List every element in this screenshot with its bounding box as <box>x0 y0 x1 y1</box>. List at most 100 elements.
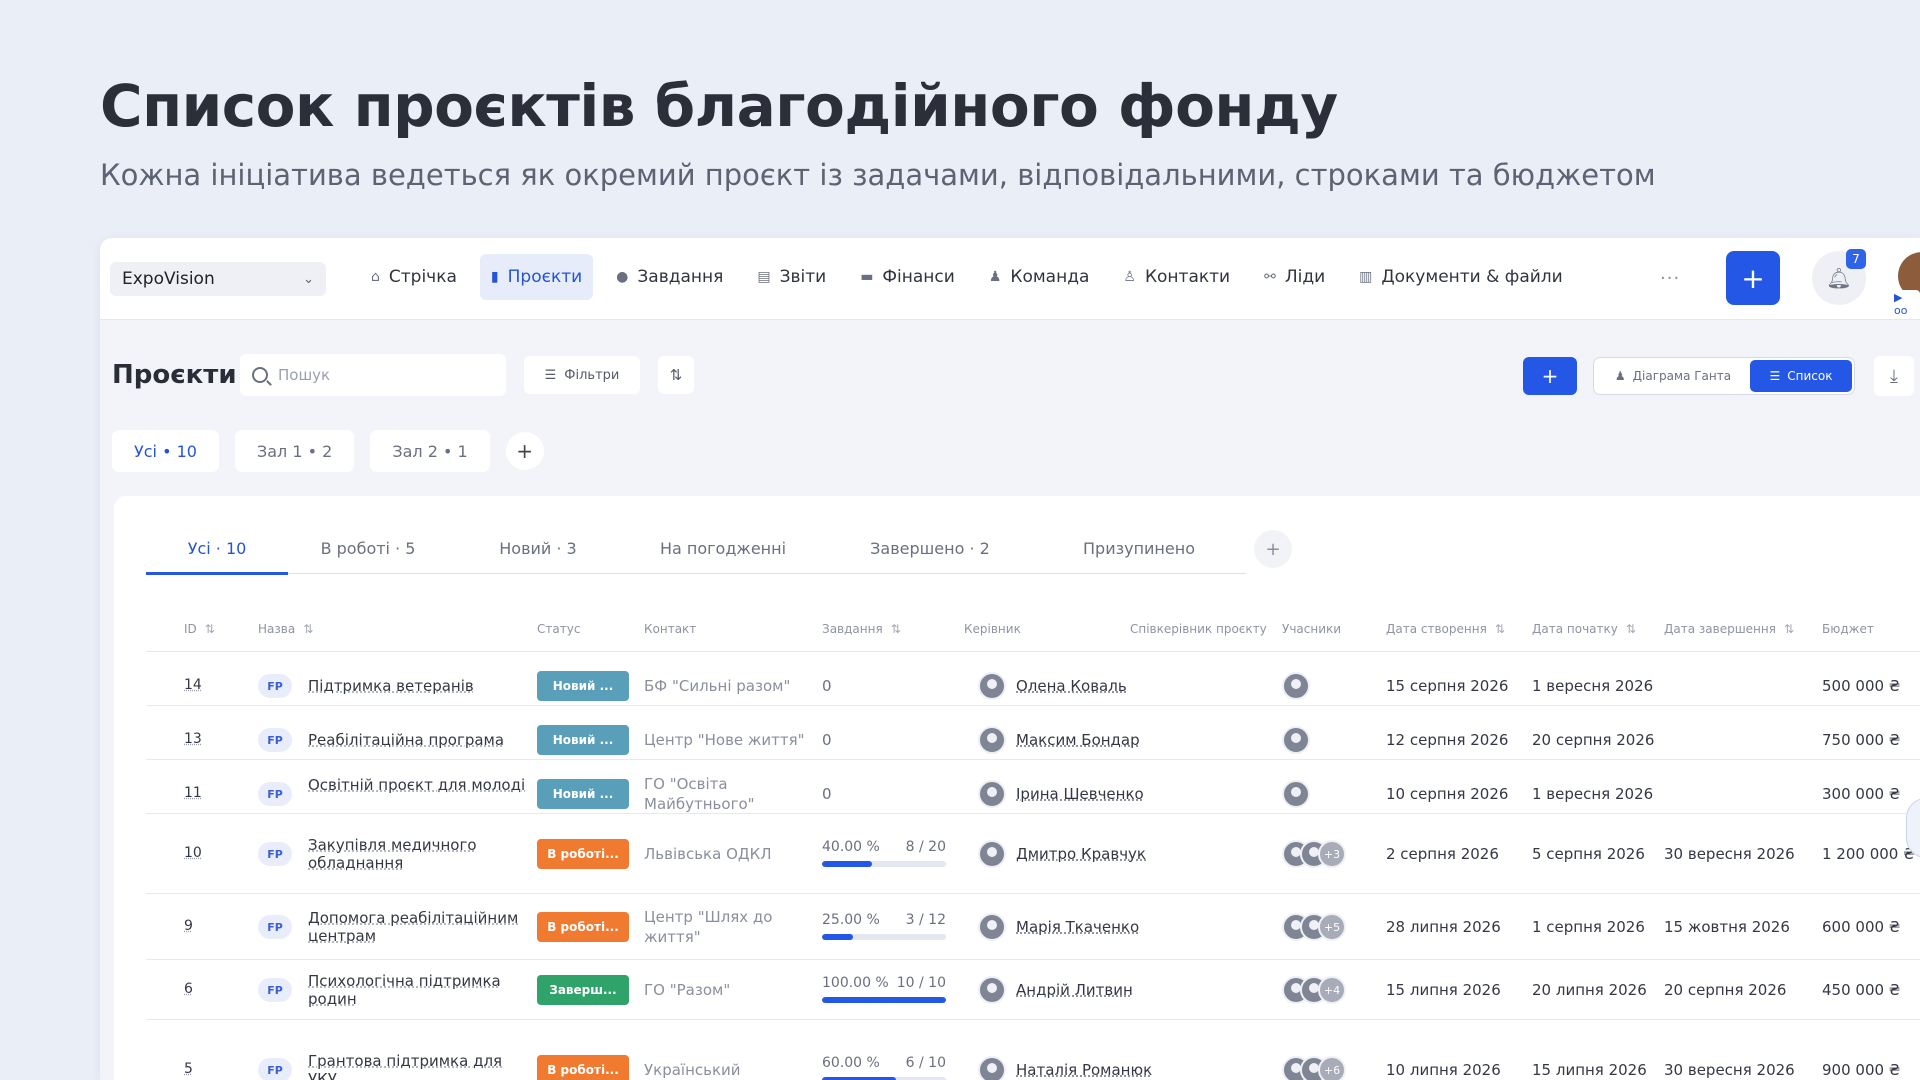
status-badge[interactable]: Новий ... <box>537 725 629 755</box>
members-stack[interactable] <box>1282 672 1310 700</box>
column-header-colead[interactable]: Співкерівник проєкту <box>1130 622 1267 636</box>
hall-tab-all[interactable]: Усі • 10 <box>112 430 219 472</box>
contact-link[interactable]: Центр "Шлях до життя" <box>644 907 824 947</box>
table-row[interactable]: 5 FP Грантова підтримка для УКУ В роботі...… <box>146 1020 1920 1080</box>
column-header-status[interactable]: Статус <box>537 622 580 636</box>
column-header-contact[interactable]: Контакт <box>644 622 696 636</box>
project-lead[interactable]: Олена Коваль <box>978 672 1127 700</box>
organization-select[interactable]: ExpoVision ⌄ <box>110 262 326 296</box>
download-button[interactable]: ⤓ <box>1874 356 1914 396</box>
project-lead[interactable]: Дмитро Кравчук <box>978 840 1146 868</box>
table-row[interactable]: 13 FP Реабілітаційна програма Новий ... Цент… <box>146 706 1920 760</box>
project-lead[interactable]: Максим Бондар <box>978 726 1140 754</box>
project-lead[interactable]: Марія Ткаченко <box>978 913 1139 941</box>
list-view-label: Список <box>1787 369 1833 383</box>
add-status-tab-button[interactable]: + <box>1254 530 1292 568</box>
contact-link[interactable]: БФ "Сильні разом" <box>644 676 824 696</box>
status-badge[interactable]: В роботі... <box>537 1055 629 1080</box>
nav-item-feed[interactable]: ⌂ Стрічка <box>360 254 468 300</box>
column-header-tasks[interactable]: Завдання ⇅ <box>822 622 901 636</box>
lead-name-link[interactable]: Андрій Литвин <box>1016 981 1133 999</box>
list-view-button[interactable]: ☰ Список <box>1750 360 1852 392</box>
lead-name-link[interactable]: Наталія Романюк <box>1016 1061 1152 1079</box>
project-lead[interactable]: Наталія Романюк <box>978 1056 1152 1080</box>
members-stack[interactable]: +4 <box>1282 976 1346 1004</box>
search-input[interactable]: Пошук <box>240 354 506 396</box>
column-header-lead[interactable]: Керівник <box>964 622 1021 636</box>
project-name-link[interactable]: Освітній проєкт для молоді <box>308 776 528 794</box>
table-row[interactable]: 9 FP Допомога реабілітаційним центрам В роб… <box>146 894 1920 960</box>
column-header-members[interactable]: Учасники <box>1282 622 1341 636</box>
column-header-name[interactable]: Назва ⇅ <box>258 622 313 636</box>
project-name-link[interactable]: Закупівля медичного обладнання <box>308 836 528 872</box>
project-name-link[interactable]: Грантова підтримка для УКУ <box>308 1052 528 1080</box>
column-header-id[interactable]: ID ⇅ <box>184 622 215 636</box>
project-name-link[interactable]: Психологічна підтримка родин <box>308 972 528 1008</box>
tab-on-approval[interactable]: На погодженні <box>628 522 818 574</box>
project-id-link[interactable]: 6 <box>184 981 193 997</box>
contact-link[interactable]: Український <box>644 1060 824 1080</box>
status-badge[interactable]: Новий ... <box>537 779 629 809</box>
members-stack[interactable]: +5 <box>1282 913 1346 941</box>
project-id-link[interactable]: 9 <box>184 918 193 934</box>
table-row[interactable]: 6 FP Психологічна підтримка родин Заверш...… <box>146 960 1920 1020</box>
nav-item-documents[interactable]: ▥ Документи & файли <box>1348 254 1574 300</box>
notifications-button[interactable]: 🔔︎ 7 <box>1812 249 1866 305</box>
nav-item-finance[interactable]: ▬ Фінанси <box>849 254 966 300</box>
tab-paused[interactable]: Призупинено <box>1042 522 1236 574</box>
filters-button[interactable]: ☰ Фільтри <box>524 356 640 394</box>
tab-completed[interactable]: Завершено · 2 <box>818 522 1042 574</box>
create-button[interactable]: + <box>1726 251 1780 305</box>
hall-tab-2[interactable]: Зал 2 • 1 <box>370 430 490 472</box>
column-header-created[interactable]: Дата створення ⇅ <box>1386 622 1505 636</box>
contact-link[interactable]: Львівська ОДКЛ <box>644 844 824 864</box>
contact-link[interactable]: Центр "Нове життя" <box>644 730 824 750</box>
nav-item-team[interactable]: ♟ Команда <box>978 254 1101 300</box>
status-badge[interactable]: В роботі... <box>537 912 629 942</box>
members-stack[interactable] <box>1282 726 1310 754</box>
column-header-start[interactable]: Дата початку ⇅ <box>1532 622 1636 636</box>
table-row[interactable]: 14 FP Підтримка ветеранів Новий ... БФ "Силь… <box>146 652 1920 706</box>
lead-name-link[interactable]: Ірина Шевченко <box>1016 785 1144 803</box>
status-badge[interactable]: Заверш... <box>537 975 629 1005</box>
nav-item-contacts[interactable]: ♙ Контакти <box>1112 254 1241 300</box>
table-row[interactable]: 11 FP Освітній проєкт для молоді Новий ... Г… <box>146 760 1920 814</box>
project-lead[interactable]: Ірина Шевченко <box>978 780 1144 808</box>
project-id-link[interactable]: 10 <box>184 845 202 861</box>
lead-name-link[interactable]: Марія Ткаченко <box>1016 918 1139 936</box>
add-project-button[interactable]: + <box>1523 357 1577 395</box>
project-id-link[interactable]: 11 <box>184 785 202 801</box>
members-stack[interactable]: +3 <box>1282 840 1346 868</box>
members-stack[interactable]: +6 <box>1282 1056 1346 1080</box>
lead-name-link[interactable]: Дмитро Кравчук <box>1016 845 1146 863</box>
nav-item-leads[interactable]: ⚯ Ліди <box>1253 254 1336 300</box>
status-badge[interactable]: Новий ... <box>537 671 629 701</box>
members-stack[interactable] <box>1282 780 1310 808</box>
project-name-link[interactable]: Допомога реабілітаційним центрам <box>308 909 528 945</box>
nav-item-tasks[interactable]: ● Завдання <box>605 254 734 300</box>
contact-link[interactable]: ГО "Освіта Майбутнього" <box>644 774 824 814</box>
lead-name-link[interactable]: Олена Коваль <box>1016 677 1127 695</box>
nav-item-reports[interactable]: ▤ Звіти <box>746 254 837 300</box>
tab-in-progress[interactable]: В роботі · 5 <box>288 522 448 574</box>
contact-link[interactable]: ГО "Разом" <box>644 980 824 1000</box>
nav-item-projects[interactable]: ▮ Проєкти <box>479 254 594 300</box>
lead-name-link[interactable]: Максим Бондар <box>1016 731 1140 749</box>
gantt-view-button[interactable]: ♟ Діаграма Ганта <box>1596 360 1750 392</box>
tab-new[interactable]: Новий · 3 <box>448 522 628 574</box>
project-id-link[interactable]: 14 <box>184 677 202 693</box>
project-id-link[interactable]: 5 <box>184 1061 193 1077</box>
column-header-budget[interactable]: Бюджет <box>1822 622 1874 636</box>
tab-all[interactable]: Усі · 10 <box>146 522 288 575</box>
sort-button[interactable]: ⇅ <box>658 356 694 394</box>
project-lead[interactable]: Андрій Литвин <box>978 976 1133 1004</box>
status-badge[interactable]: В роботі... <box>537 839 629 869</box>
project-id-link[interactable]: 13 <box>184 731 202 747</box>
table-row[interactable]: 10 FP Закупівля медичного обладнання В робо… <box>146 814 1920 894</box>
add-hall-button[interactable]: + <box>505 432 544 470</box>
project-name-link[interactable]: Реабілітаційна програма <box>308 731 528 749</box>
hall-tab-1[interactable]: Зал 1 • 2 <box>234 430 355 472</box>
more-icon[interactable]: ··· <box>1660 268 1680 289</box>
project-name-link[interactable]: Підтримка ветеранів <box>308 677 528 695</box>
column-header-end[interactable]: Дата завершення ⇅ <box>1664 622 1794 636</box>
